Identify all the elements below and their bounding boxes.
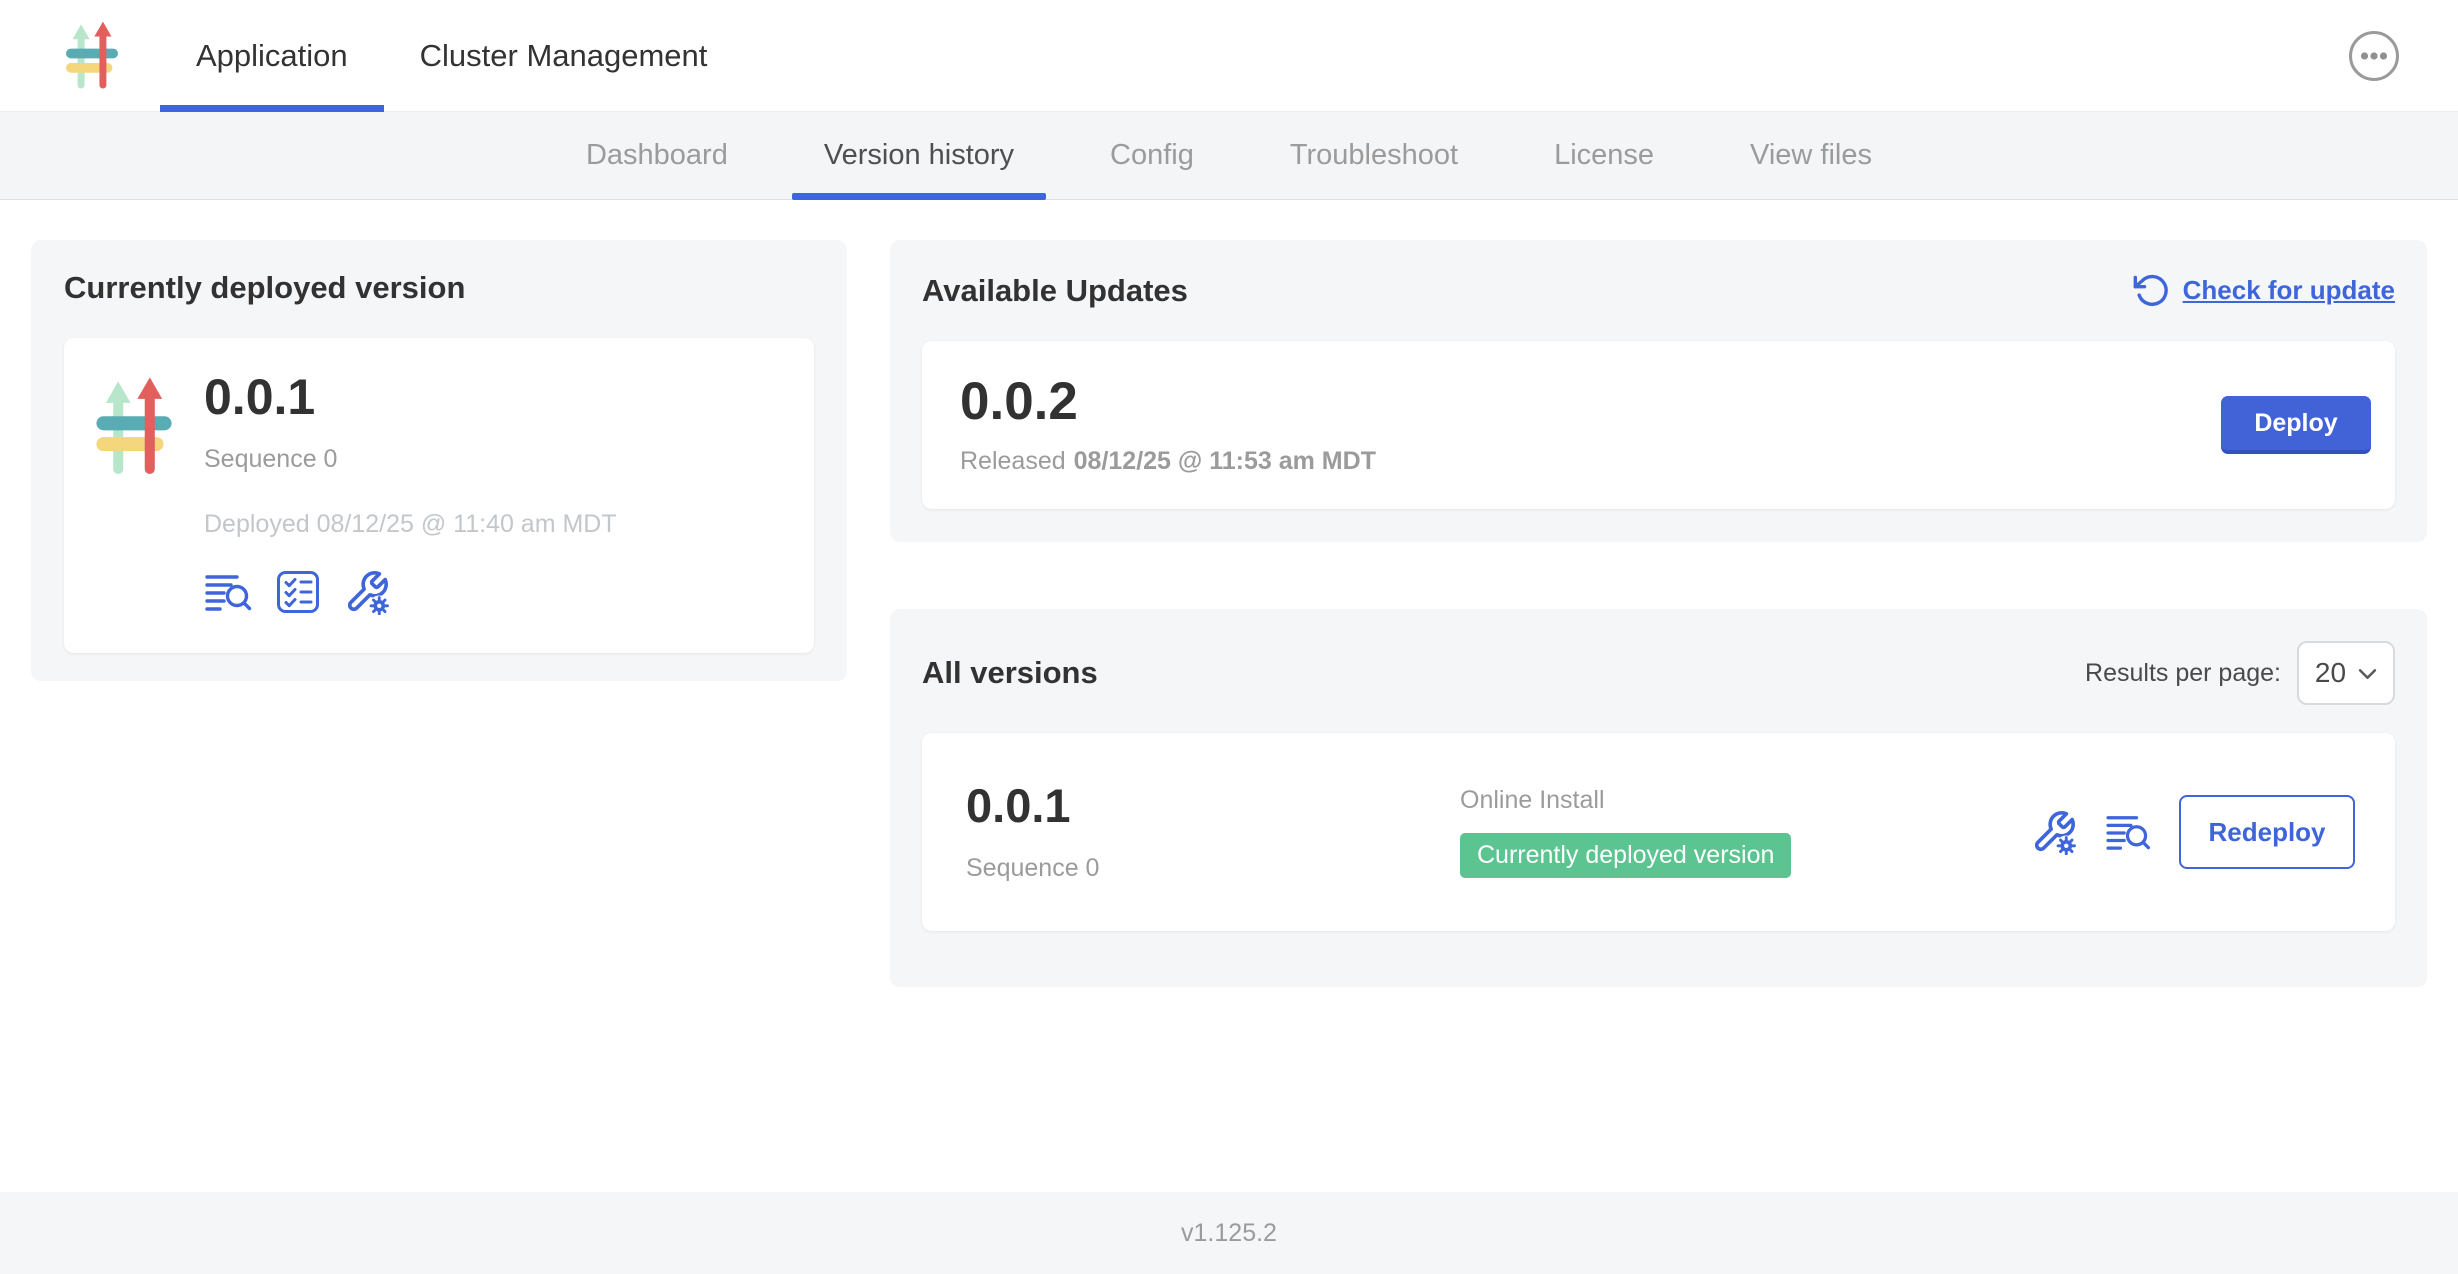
refresh-icon [2133,272,2170,309]
version-row: 0.0.1 Sequence 0 Online Install Currentl… [922,733,2395,931]
currently-deployed-panel: Currently deployed version 0.0.1 Sequenc… [31,240,847,681]
update-released-timestamp: Released 08/12/25 @ 11:53 am MDT [960,447,2221,476]
edit-config-icon [344,569,390,615]
update-version-number: 0.0.2 [960,374,2221,430]
preflight-checks-button[interactable] [276,570,320,614]
all-versions-panel: All versions Results per page: 20 0.0.1 … [890,609,2427,987]
results-per-page-value: 20 [2315,657,2346,689]
view-logs-icon [204,572,252,612]
released-date: 08/12/25 @ 11:53 am MDT [1074,447,1376,475]
available-updates-panel: Available Updates Check for update 0.0.2… [890,240,2427,542]
redeploy-button[interactable]: Redeploy [2179,795,2355,869]
row-sequence: Sequence 0 [966,854,1460,883]
deployed-version-number: 0.0.1 [204,370,617,425]
subnav-item-troubleshoot[interactable]: Troubleshoot [1258,112,1490,199]
results-per-page: Results per page: 20 [2085,641,2395,705]
row-install-type: Online Install [1460,786,2031,815]
deploy-button[interactable]: Deploy [2221,396,2371,454]
deployed-actions [204,569,617,615]
deployed-timestamp: Deployed 08/12/25 @ 11:40 am MDT [204,510,617,539]
subnav-item-config[interactable]: Config [1078,112,1226,199]
top-nav-bar: Application Cluster Management [0,0,2458,112]
app-logo [94,376,174,478]
subnav-item-dashboard[interactable]: Dashboard [554,112,760,199]
edit-config-button[interactable] [344,569,390,615]
subnav-item-view-files[interactable]: View files [1718,112,1904,199]
footer: v1.125.2 [0,1192,2458,1274]
version-lists-column: Available Updates Check for update 0.0.2… [890,240,2427,987]
check-for-update-button[interactable]: Check for update [2133,272,2395,309]
available-updates-title: Available Updates [922,273,1188,309]
app-sub-nav: Dashboard Version history Config Trouble… [0,112,2458,200]
overflow-menu-button[interactable] [2348,30,2400,82]
subnav-item-license[interactable]: License [1522,112,1686,199]
edit-config-icon [2031,809,2077,855]
results-per-page-label: Results per page: [2085,659,2281,688]
available-update-card: 0.0.2 Released 08/12/25 @ 11:53 am MDT De… [922,341,2395,509]
preflight-checks-icon [276,570,320,614]
view-logs-button[interactable] [204,572,252,612]
ellipsis-icon [2348,30,2400,82]
deployed-sequence: Sequence 0 [204,445,617,474]
version-history-page: Currently deployed version 0.0.1 Sequenc… [0,200,2458,1192]
console-version: v1.125.2 [1181,1219,1277,1248]
edit-config-button[interactable] [2031,809,2077,855]
row-version-number: 0.0.1 [966,781,1460,830]
released-label: Released [960,447,1066,475]
all-versions-title: All versions [922,655,1098,691]
currently-deployed-badge: Currently deployed version [1460,833,1791,878]
top-tabs: Application Cluster Management [160,0,743,111]
view-logs-button[interactable] [2105,813,2151,851]
chevron-down-icon [2358,666,2377,681]
view-logs-icon [2105,813,2151,851]
subnav-item-version-history[interactable]: Version history [792,112,1046,199]
currently-deployed-title: Currently deployed version [64,270,814,306]
check-for-update-link[interactable]: Check for update [2183,275,2395,306]
results-per-page-select[interactable]: 20 [2297,641,2395,705]
row-actions: Redeploy [2031,795,2355,869]
app-logo [66,18,118,94]
tab-application[interactable]: Application [160,0,384,111]
tab-cluster-management[interactable]: Cluster Management [384,0,744,111]
deployed-version-card: 0.0.1 Sequence 0 Deployed 08/12/25 @ 11:… [64,338,814,653]
